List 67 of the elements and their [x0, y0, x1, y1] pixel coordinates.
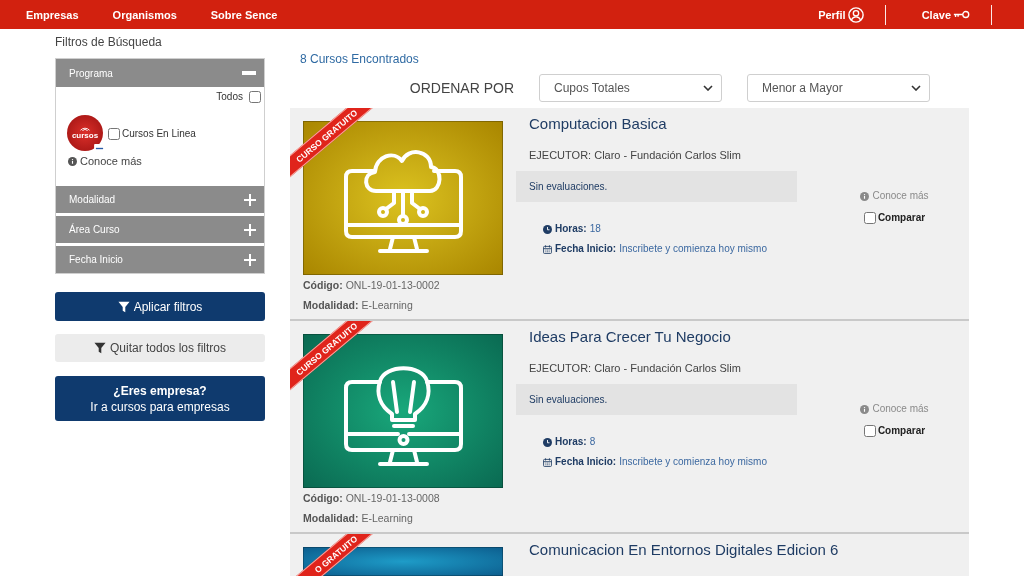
password-link[interactable]: Clave	[921, 6, 970, 23]
learn-more-link[interactable]: Conoce más	[68, 154, 142, 168]
compare-checkbox[interactable]	[863, 425, 876, 437]
code-label: Código:	[303, 278, 343, 293]
filter-header[interactable]: Programa	[56, 59, 264, 87]
calendar-icon	[543, 457, 552, 467]
chevron-down-icon	[703, 85, 713, 91]
learn-more-link[interactable]: Conoce más	[860, 189, 929, 203]
learn-more-link[interactable]: Conoce más	[860, 402, 929, 416]
filter-icon	[93, 342, 106, 354]
compare-label: Comparar	[877, 211, 926, 225]
apply-filters-button[interactable]: Aplicar filtros	[55, 292, 265, 321]
code-label: Código:	[303, 491, 343, 506]
chevron-down-icon	[911, 85, 921, 91]
nav-link[interactable]: Empresas	[26, 6, 79, 23]
filter-header[interactable]: Fecha Inicio	[56, 246, 264, 273]
course-title[interactable]: Comunicacion En Entornos Digitales Edicion 6	[529, 540, 839, 560]
sort-field-select[interactable]: Cupos Totales	[539, 74, 722, 102]
course-title[interactable]: Ideas Para Crecer Tu Negocio	[529, 327, 731, 347]
start-label: Fecha Inicio:	[555, 455, 617, 469]
logo-text: cursos	[71, 131, 99, 141]
user-icon	[847, 6, 864, 23]
sort-order-select[interactable]: Menor a Mayor	[747, 74, 930, 102]
filter-header[interactable]: Modalidad	[56, 186, 264, 213]
select-all-checkbox[interactable]	[249, 91, 261, 103]
modality-value: E-Learning	[361, 298, 413, 313]
profile-link[interactable]: Perfil	[818, 6, 864, 23]
clear-filters-button[interactable]: Quitar todos los filtros	[55, 334, 265, 362]
filter-icon	[117, 300, 130, 313]
rating-text: Sin evaluaciones.	[529, 393, 608, 407]
course-title[interactable]: Computacion Basica	[529, 114, 667, 134]
calendar-icon	[543, 244, 552, 254]
info-icon	[68, 156, 77, 166]
code-value: ONL-19-01-13-0002	[345, 278, 440, 293]
tag-icon	[94, 144, 105, 153]
company-courses-button[interactable]: ¿Eres empresa? Ir a cursos para empresas	[55, 376, 265, 421]
modality-label: Modalidad:	[303, 511, 359, 526]
sort-label: ORDENAR POR	[409, 78, 514, 98]
modality-value: E-Learning	[361, 511, 413, 526]
key-icon	[953, 10, 970, 19]
clock-icon	[543, 224, 552, 234]
code-value: ONL-19-01-13-0008	[345, 491, 440, 506]
filter-header[interactable]: Área Curso	[56, 216, 264, 243]
nav-link[interactable]: Sobre Sence	[210, 6, 278, 23]
rating-text: Sin evaluaciones.	[529, 180, 608, 194]
hours-label: Horas:	[555, 222, 587, 236]
info-icon	[860, 191, 870, 201]
executor-text: EJECUTOR: Claro - Fundación Carlos Slim	[529, 361, 741, 376]
start-value: Inscribete y comienza hoy mismo	[619, 455, 767, 469]
hours-value: 8	[589, 435, 596, 449]
program-label: Cursos En Linea	[122, 127, 196, 141]
start-value: Inscribete y comienza hoy mismo	[619, 242, 767, 256]
select-all-label: Todos	[216, 90, 243, 104]
results-count: 8 Cursos Encontrados	[300, 51, 419, 67]
hours-label: Horas:	[555, 435, 587, 449]
compare-checkbox[interactable]	[863, 212, 876, 224]
hours-value: 18	[589, 222, 601, 236]
compare-label: Comparar	[877, 424, 926, 438]
modality-label: Modalidad:	[303, 298, 359, 313]
program-checkbox[interactable]	[108, 128, 120, 140]
sidebar-title: Filtros de Búsqueda	[55, 34, 163, 50]
clock-icon	[543, 437, 552, 447]
start-label: Fecha Inicio:	[555, 242, 617, 256]
executor-text: EJECUTOR: Claro - Fundación Carlos Slim	[529, 148, 741, 163]
signal-icon	[79, 125, 91, 131]
info-icon	[860, 404, 870, 414]
nav-link[interactable]: Organismos	[112, 6, 177, 23]
